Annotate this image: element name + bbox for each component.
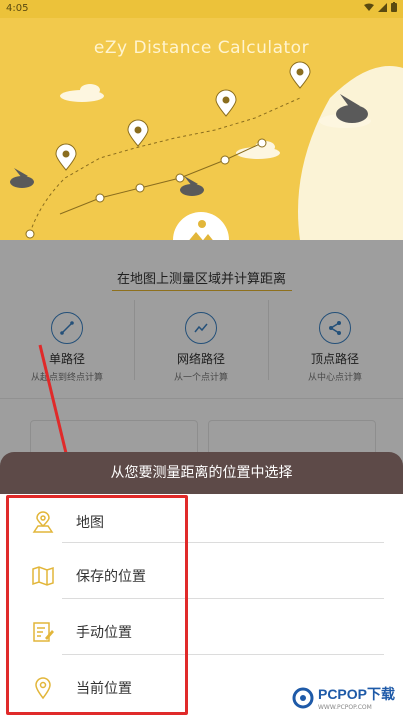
highlight-box bbox=[6, 495, 188, 715]
watermark-logo-icon bbox=[292, 687, 314, 708]
watermark: PCPOP下载 WWW.PCPOP.COM bbox=[292, 684, 395, 711]
watermark-brand: PCPOP下载 bbox=[317, 686, 395, 702]
sheet-title: 从您要测量距离的位置中选择 bbox=[0, 452, 403, 494]
watermark-sub: WWW.PCPOP.COM bbox=[317, 704, 372, 711]
